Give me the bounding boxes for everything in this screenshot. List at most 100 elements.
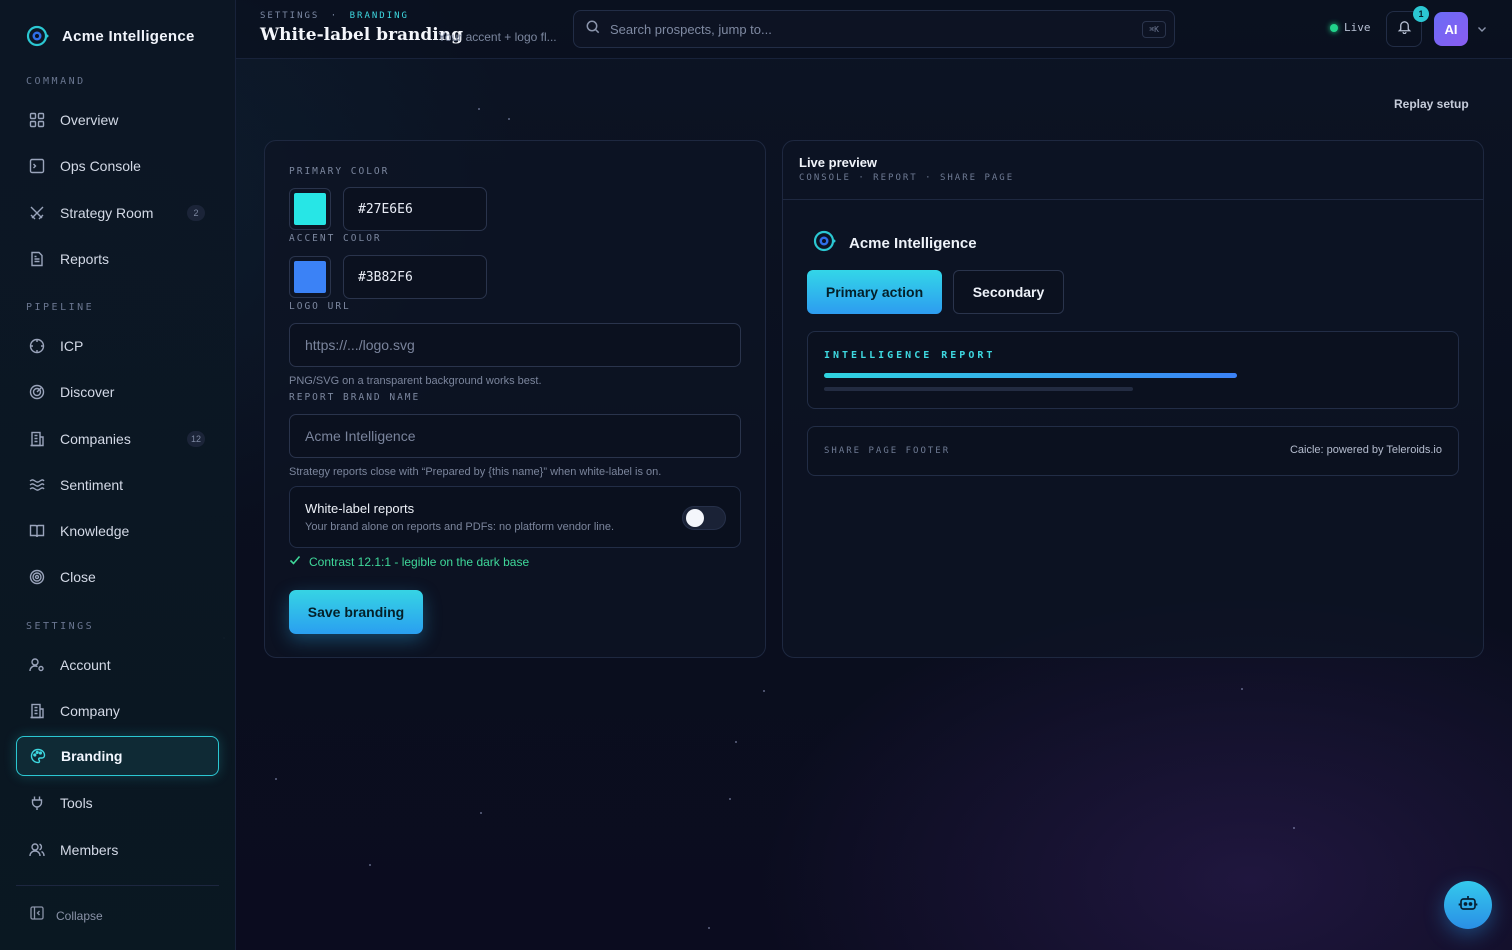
accent-color-swatch[interactable]	[289, 256, 331, 298]
sidebar-item-label: Close	[60, 569, 96, 585]
background-star	[1241, 688, 1243, 690]
sidebar-item-label: Discover	[60, 384, 115, 400]
waves-icon	[28, 476, 46, 494]
brand-logo-icon	[26, 24, 50, 48]
accent-color-input[interactable]: #3B82F6	[343, 255, 487, 299]
breadcrumb-separator: ·	[330, 11, 339, 21]
sidebar-item-reports[interactable]: Reports	[16, 239, 219, 279]
breadcrumb-parent[interactable]: SETTINGS	[260, 11, 319, 21]
search-icon	[586, 20, 600, 39]
sidebar-item-strategy-room[interactable]: Strategy Room 2	[16, 193, 219, 233]
count-badge: 12	[186, 431, 205, 447]
primary-color-label: PRIMARY COLOR	[289, 166, 390, 177]
primary-color-swatch[interactable]	[289, 188, 331, 230]
white-label-toggle[interactable]	[682, 506, 726, 530]
sidebar-item-account[interactable]: Account	[16, 645, 219, 685]
live-dot-icon	[1330, 23, 1338, 32]
footer-label: SHARE PAGE FOOTER	[824, 446, 951, 456]
report-placeholder-bar	[824, 387, 1133, 391]
sidebar-item-discover[interactable]: Discover	[16, 372, 219, 412]
background-star	[480, 812, 482, 814]
avatar[interactable]: AI	[1434, 12, 1468, 46]
sidebar-item-sentiment[interactable]: Sentiment	[16, 465, 219, 505]
sidebar-item-label: Branding	[61, 748, 123, 764]
search-placeholder: Search prospects, jump to...	[610, 21, 772, 37]
preview-subtitle: CONSOLE · REPORT · SHARE PAGE	[799, 173, 1015, 183]
live-status: Live	[1330, 21, 1371, 34]
sidebar-item-overview[interactable]: Overview	[16, 100, 219, 140]
plug-icon	[28, 794, 46, 812]
sidebar-item-label: Reports	[60, 251, 110, 267]
assistant-button[interactable]	[1444, 881, 1492, 929]
keyboard-shortcut: ⌘K	[1142, 21, 1166, 38]
sidebar-item-icp[interactable]: ICP	[16, 326, 219, 366]
sidebar-item-branding[interactable]: Branding	[16, 736, 219, 776]
divider	[783, 199, 1483, 200]
background-star	[508, 118, 510, 120]
check-icon	[289, 554, 301, 569]
preview-primary-button[interactable]: Primary action	[807, 270, 942, 314]
search-input[interactable]: Search prospects, jump to... ⌘K	[573, 10, 1175, 48]
brand-name: Acme Intelligence	[62, 27, 195, 45]
logo-url-input[interactable]: https://.../logo.svg	[289, 323, 741, 367]
user-cog-icon	[28, 656, 46, 674]
sidebar-item-close[interactable]: Close	[16, 557, 219, 597]
sidebar-item-label: Members	[60, 842, 119, 858]
sidebar-item-companies[interactable]: Companies 12	[16, 419, 219, 459]
chevron-down-icon[interactable]	[1476, 22, 1488, 40]
section-label-pipeline: PIPELINE	[26, 302, 95, 313]
sidebar-item-tools[interactable]: Tools	[16, 783, 219, 823]
count-badge: 2	[187, 205, 205, 221]
sidebar-item-label: Company	[60, 703, 120, 719]
top-bar: SETTINGS · BRANDING White-label branding…	[236, 0, 1512, 59]
brand-name-hint: Strategy reports close with “Prepared by…	[289, 466, 662, 478]
sidebar-item-label: Knowledge	[60, 523, 130, 539]
terminal-icon	[28, 157, 46, 175]
preview-share-footer: SHARE PAGE FOOTER Caicle: powered by Tel…	[807, 426, 1459, 476]
replay-setup-button[interactable]: Replay setup	[1394, 97, 1469, 111]
bell-icon	[1397, 19, 1412, 39]
background-star	[369, 864, 371, 866]
sidebar-item-label: Overview	[60, 112, 119, 128]
report-accent-bar	[824, 373, 1237, 378]
white-label-title: White-label reports	[305, 501, 415, 516]
sidebar-item-label: Tools	[60, 795, 93, 811]
sidebar-item-company[interactable]: Company	[16, 691, 219, 731]
section-label-command: COMMAND	[26, 76, 86, 87]
background-star	[478, 108, 480, 110]
primary-color-fill	[294, 193, 326, 225]
swords-icon	[28, 204, 46, 222]
sidebar-item-knowledge[interactable]: Knowledge	[16, 511, 219, 551]
document-icon	[28, 250, 46, 268]
palette-icon	[29, 747, 47, 765]
save-branding-button[interactable]: Save branding	[289, 590, 423, 634]
grid-icon	[28, 111, 46, 129]
branding-form-card: PRIMARY COLOR #27E6E6 ACCENT COLOR #3B82…	[264, 140, 766, 658]
brand[interactable]: Acme Intelligence	[26, 24, 195, 48]
preview-title: Live preview	[799, 155, 878, 170]
primary-color-input[interactable]: #27E6E6	[343, 187, 487, 231]
live-label: Live	[1344, 21, 1371, 34]
accent-color-label: ACCENT COLOR	[289, 233, 382, 244]
background-star	[735, 741, 737, 743]
preview-secondary-button[interactable]: Secondary	[953, 270, 1064, 314]
toggle-knob	[686, 509, 704, 527]
sidebar-item-members[interactable]: Members	[16, 830, 219, 870]
robot-icon	[1458, 893, 1478, 918]
live-preview-card: Live preview CONSOLE · REPORT · SHARE PA…	[782, 140, 1484, 658]
brand-name-input[interactable]: Acme Intelligence	[289, 414, 741, 458]
report-label: INTELLIGENCE REPORT	[824, 350, 996, 361]
building-icon	[28, 702, 46, 720]
background-star	[729, 798, 731, 800]
sidebar-item-ops-console[interactable]: Ops Console	[16, 146, 219, 186]
sidebar: Acme Intelligence COMMAND Overview Ops C…	[0, 0, 236, 950]
background-star	[708, 927, 710, 929]
users-icon	[28, 841, 46, 859]
notifications-button[interactable]: 1	[1386, 6, 1429, 47]
white-label-toggle-row: White-label reports Your brand alone on …	[289, 486, 741, 548]
collapse-button[interactable]: Collapse	[16, 885, 219, 925]
footer-text: Caicle: powered by Teleroids.io	[1289, 444, 1442, 456]
contrast-text: Contrast 12.1:1 - legible on the dark ba…	[309, 554, 530, 569]
brand-name-label: REPORT BRAND NAME	[289, 392, 421, 403]
contrast-status: Contrast 12.1:1 - legible on the dark ba…	[289, 554, 529, 569]
